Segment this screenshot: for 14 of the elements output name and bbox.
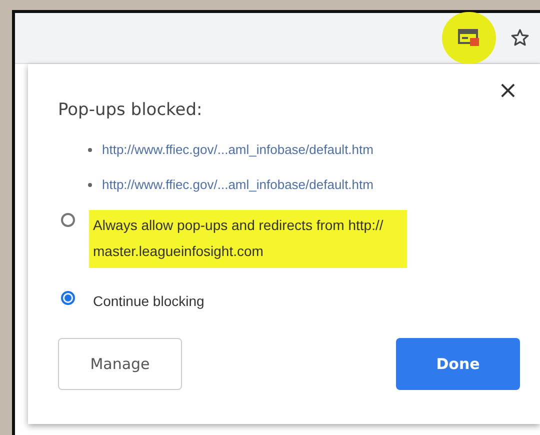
bullet-icon <box>88 148 92 152</box>
manage-button[interactable]: Manage <box>58 338 182 390</box>
radio-button[interactable] <box>61 291 75 305</box>
highlighted-option-label: Always allow pop-ups and redirects from http:// master.leagueinfosight.com <box>89 210 408 268</box>
bullet-icon <box>88 182 92 186</box>
popup-link[interactable]: http://www.ffiec.gov/...aml_infobase/default.htm <box>102 142 374 157</box>
radio-button[interactable] <box>61 213 75 227</box>
done-button[interactable]: Done <box>396 338 520 390</box>
close-button[interactable]: × <box>496 78 520 102</box>
option-label: Continue blocking <box>93 292 204 311</box>
popup-link[interactable]: http://www.ffiec.gov/...aml_infobase/default.htm <box>102 177 374 192</box>
popup-blocked-icon[interactable] <box>458 29 480 47</box>
dialog-title: Pop-ups blocked: <box>58 100 202 120</box>
star-icon[interactable] <box>510 28 530 48</box>
